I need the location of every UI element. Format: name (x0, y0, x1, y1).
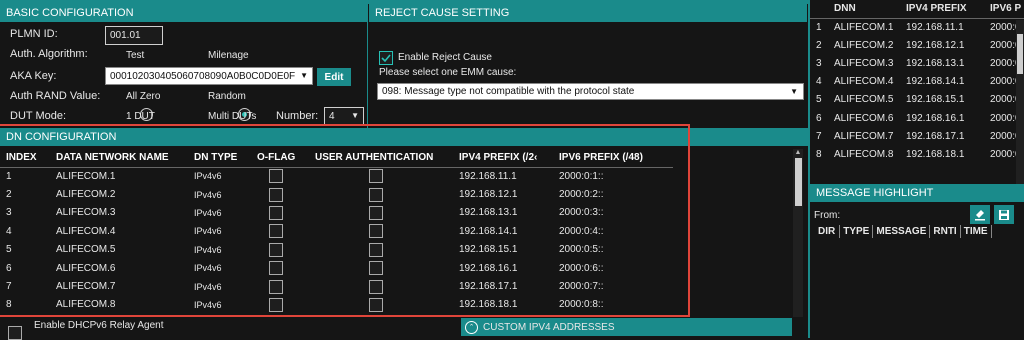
dnn-name-cell: ALIFECOM.2 (834, 39, 894, 51)
col-dnn[interactable]: DNN (828, 0, 900, 18)
dnn-ipv4-cell: 192.168.16.1 (906, 112, 965, 124)
dnn-name-cell: ALIFECOM.6 (834, 112, 894, 124)
dnn-ipv4-cell: 192.168.15.1 (906, 94, 965, 106)
dut-mode-label: DUT Mode: (10, 110, 67, 122)
dnn-ipv4-cell: 192.168.11.1 (906, 21, 964, 33)
list-item[interactable]: 5ALIFECOM.5192.168.15.12000:0:5 (810, 91, 1024, 109)
emm-cause-value: 098: Message type not compatible with th… (382, 86, 635, 97)
aka-key-value: 000102030405060708090A0B0C0D0E0F (110, 70, 296, 82)
dnn-index-cell: 7 (816, 130, 822, 142)
reject-cause-panel: REJECT CAUSE SETTING Enable Reject Cause… (369, 4, 807, 128)
chevron-down-icon: ▼ (790, 87, 798, 96)
custom-ipv4-header[interactable]: ⌃ CUSTOM IPV4 ADDRESSES (461, 318, 792, 336)
dnn-index-cell: 6 (816, 112, 822, 124)
col-message[interactable]: MESSAGE (873, 225, 931, 238)
dut-multi-label: Multi DUTs (208, 111, 257, 122)
scroll-up-icon[interactable]: ▲ (793, 149, 803, 156)
dnn-index-cell: 8 (816, 148, 822, 160)
dnn-scroll-thumb[interactable] (1017, 34, 1023, 74)
dhcp-relay-label: Enable DHCPv6 Relay Agent (34, 320, 164, 331)
plmn-input[interactable]: 001.01 (105, 26, 163, 45)
number-select[interactable]: 4 ▼ (324, 107, 364, 125)
list-item[interactable]: 1ALIFECOM.1192.168.11.12000:0:1 (810, 18, 1024, 36)
col-ipv6-prefix-right[interactable]: IPV6 P (984, 0, 1024, 18)
dut-one-label: 1 DUT (126, 111, 155, 122)
aka-key-label: AKA Key: (10, 70, 57, 82)
dnn-ipv4-cell: 192.168.12.1 (906, 39, 965, 51)
dnn-list-panel: DNN IPV4 PREFIX IPV6 P 1 ALIFECOM.1 192.16… (810, 0, 1024, 184)
dnn-scrollbar[interactable] (1016, 20, 1024, 184)
dnn-ipv4-cell: 192.168.14.1 (906, 76, 965, 88)
dnn-name-cell: ALIFECOM.4 (834, 76, 894, 88)
plmn-label: PLMN ID: (10, 28, 58, 40)
clear-brush-icon[interactable] (970, 205, 990, 224)
col-ipv4-prefix-right[interactable]: IPV4 PREFIX (900, 0, 984, 18)
alg-test-label: Test (126, 50, 145, 61)
message-highlight-panel: MESSAGE HIGHLIGHT From: DIR TYPE MESSAGE… (810, 184, 1024, 338)
from-label: From: (814, 210, 841, 221)
aka-key-select[interactable]: 000102030405060708090A0B0C0D0E0F ▼ (105, 67, 313, 85)
collapse-up-icon[interactable]: ⌃ (465, 320, 478, 334)
dnn-ipv4-cell: 192.168.13.1 (906, 57, 965, 69)
message-columns: DIR TYPE MESSAGE RNTI TIME (814, 225, 992, 238)
scroll-thumb[interactable] (794, 158, 802, 206)
custom-ipv4-title: CUSTOM IPV4 ADDRESSES (483, 321, 615, 333)
dnn-ipv4-cell: 192.168.17.1 (906, 130, 965, 142)
message-highlight-title: MESSAGE HIGHLIGHT (810, 184, 1024, 202)
list-item[interactable]: 2ALIFECOM.2192.168.12.12000:0:2 (810, 36, 1024, 54)
edit-button[interactable]: Edit (317, 68, 351, 86)
check-icon (381, 54, 391, 63)
enable-reject-label: Enable Reject Cause (398, 52, 492, 63)
auth-rand-label: Auth RAND Value: (10, 90, 101, 102)
auth-algorithm-label: Auth. Algorithm: (10, 48, 88, 60)
footer-bar: Enable DHCPv6 Relay Agent ⌃ CUSTOM IPV4 … (0, 318, 808, 340)
enable-reject-checkbox[interactable] (379, 51, 393, 65)
number-value: 4 (329, 110, 335, 122)
list-item[interactable]: 4ALIFECOM.4192.168.14.12000:0:4 (810, 73, 1024, 91)
dn-scrollbar[interactable]: ▲ (793, 149, 803, 317)
list-item[interactable]: 6ALIFECOM.6192.168.16.12000:0:6 (810, 109, 1024, 127)
emm-cause-prompt: Please select one EMM cause: (379, 67, 517, 78)
rand-random-label: Random (208, 91, 246, 102)
col-rnti[interactable]: RNTI (930, 225, 961, 238)
list-item[interactable]: 3ALIFECOM.3192.168.13.12000:0:3 (810, 54, 1024, 72)
basic-config-title: BASIC CONFIGURATION (0, 4, 367, 22)
dnn-name-cell: ALIFECOM.5 (834, 94, 894, 106)
dnn-table: DNN IPV4 PREFIX IPV6 P 1 ALIFECOM.1 192.16… (810, 0, 1024, 164)
rand-allzero-label: All Zero (126, 91, 161, 102)
dnn-name-cell: ALIFECOM.1 (834, 21, 894, 33)
chevron-down-icon: ▼ (351, 111, 359, 120)
alg-milenage-label: Milenage (208, 50, 249, 61)
dnn-index-cell: 5 (816, 94, 822, 106)
col-type[interactable]: TYPE (840, 225, 874, 238)
dn-config-panel: DN CONFIGURATION INDEX DATA NETWORK NAME… (0, 124, 808, 318)
dnn-index-cell: 1 (816, 21, 822, 33)
dnn-index-cell: 2 (816, 39, 822, 51)
highlight-box (0, 124, 690, 317)
list-item[interactable]: 7ALIFECOM.7192.168.17.12000:0:7 (810, 127, 1024, 145)
save-icon[interactable] (994, 205, 1014, 224)
dnn-ipv4-cell: 192.168.18.1 (906, 148, 965, 160)
basic-config-panel: BASIC CONFIGURATION PLMN ID: 001.01 Auth… (0, 4, 368, 141)
dnn-name-cell: ALIFECOM.3 (834, 57, 894, 69)
dnn-name-cell: ALIFECOM.7 (834, 130, 894, 142)
dnn-name-cell: ALIFECOM.8 (834, 148, 894, 160)
dnn-index-cell: 3 (816, 57, 822, 69)
col-time[interactable]: TIME (961, 225, 992, 238)
dnn-table-header: DNN IPV4 PREFIX IPV6 P (810, 0, 1024, 18)
emm-cause-select[interactable]: 098: Message type not compatible with th… (377, 83, 804, 100)
dnn-index-cell: 4 (816, 76, 822, 88)
number-label: Number: (276, 110, 319, 122)
reject-cause-title: REJECT CAUSE SETTING (369, 4, 807, 22)
chevron-down-icon: ▼ (300, 71, 308, 80)
list-item[interactable]: 8ALIFECOM.8192.168.18.12000:0:8 (810, 145, 1024, 163)
col-dir[interactable]: DIR (814, 225, 841, 238)
